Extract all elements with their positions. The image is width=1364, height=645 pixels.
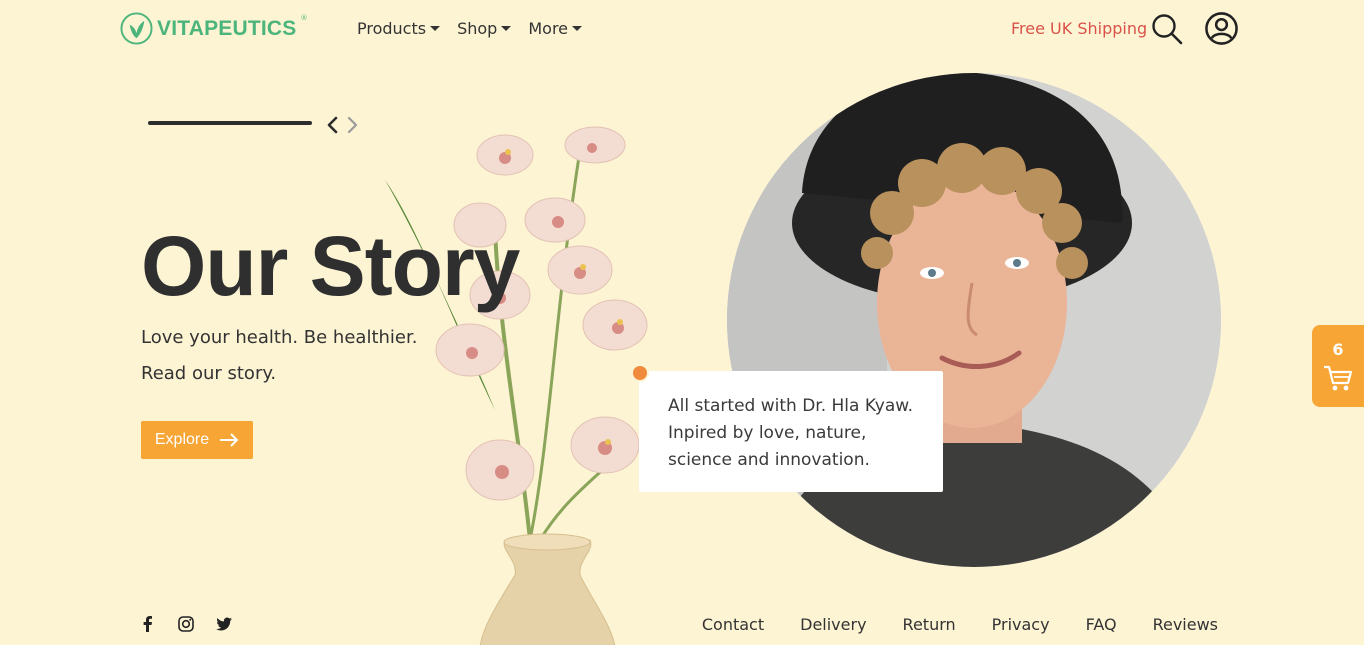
- founder-portrait: [727, 73, 1221, 567]
- quote-line: Inpired by love, nature,: [668, 423, 867, 443]
- footer-nav: Contact Delivery Return Privacy FAQ Revi…: [702, 615, 1218, 634]
- search-icon[interactable]: [1150, 12, 1184, 46]
- brand-name: VITAPEUTICS: [157, 16, 297, 40]
- chevron-right-icon[interactable]: [344, 115, 360, 135]
- nav-shop[interactable]: Shop: [457, 19, 512, 38]
- cart-count-badge: 6: [1332, 340, 1344, 359]
- quote-card: All started with Dr. Hla Kyaw. Inpired b…: [639, 371, 943, 492]
- instagram-icon[interactable]: [177, 615, 195, 633]
- hero-tagline: Love your health. Be healthier.: [141, 327, 418, 348]
- nav-more[interactable]: More: [528, 19, 583, 38]
- arrow-right-icon: [220, 433, 239, 447]
- quote-line: science and innovation.: [668, 450, 870, 470]
- social-links: [139, 615, 233, 633]
- main-nav: Products Shop More: [357, 19, 583, 38]
- explore-button[interactable]: Explore: [141, 421, 253, 459]
- brand-logo[interactable]: VITAPEUTICS ®: [120, 12, 308, 45]
- caret-down-icon: [430, 26, 441, 31]
- hero-title: Our Story: [141, 219, 520, 313]
- caret-down-icon: [572, 26, 583, 31]
- free-shipping-link[interactable]: Free UK Shipping: [1011, 19, 1147, 38]
- footer-link-contact[interactable]: Contact: [702, 615, 764, 634]
- nav-shop-label: Shop: [457, 19, 498, 38]
- explore-button-label: Explore: [154, 431, 210, 448]
- leaf-logo-icon: [120, 12, 153, 45]
- floating-cart-button[interactable]: 6: [1312, 325, 1364, 407]
- nav-more-label: More: [528, 19, 569, 38]
- registered-mark: ®: [300, 14, 308, 22]
- footer-link-return[interactable]: Return: [903, 615, 956, 634]
- shopping-cart-icon: [1324, 365, 1353, 391]
- portrait-image: [727, 73, 1221, 567]
- caret-down-icon: [501, 26, 512, 31]
- quote-line: All started with Dr. Hla Kyaw.: [668, 396, 913, 416]
- footer-link-privacy[interactable]: Privacy: [992, 615, 1050, 634]
- nav-products-label: Products: [357, 19, 427, 38]
- nav-products[interactable]: Products: [357, 19, 441, 38]
- quote-marker-dot: [631, 364, 649, 382]
- twitter-icon[interactable]: [215, 615, 233, 633]
- slider-progress: [148, 121, 312, 125]
- hero-subtext: Read our story.: [141, 363, 277, 384]
- footer-link-reviews[interactable]: Reviews: [1153, 615, 1218, 634]
- footer-link-faq[interactable]: FAQ: [1086, 615, 1117, 634]
- facebook-icon[interactable]: [139, 615, 157, 633]
- footer-link-delivery[interactable]: Delivery: [800, 615, 866, 634]
- chevron-left-icon[interactable]: [325, 115, 341, 135]
- user-circle-icon[interactable]: [1204, 11, 1239, 46]
